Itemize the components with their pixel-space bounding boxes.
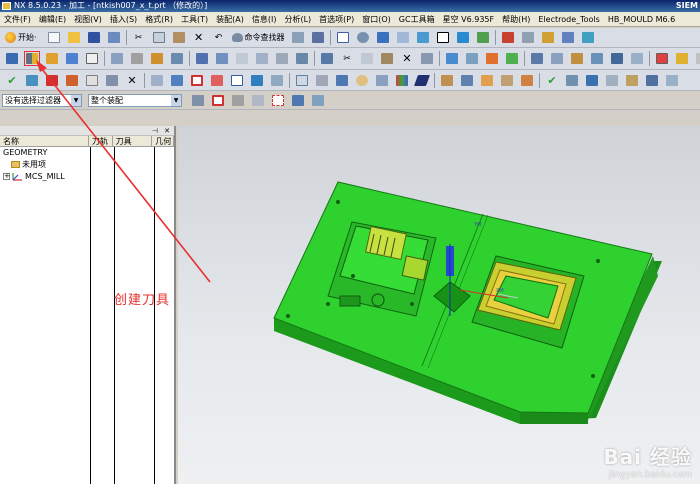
annotation-label: 创建刀具 <box>114 293 171 308</box>
watermark-logo: Bai 经验 <box>603 445 692 469</box>
annotation-arrow <box>36 60 211 283</box>
watermark-url: jingyan.baidu.com <box>608 470 692 480</box>
watermark: Bai 经验 jingyan.baidu.com <box>603 441 692 480</box>
